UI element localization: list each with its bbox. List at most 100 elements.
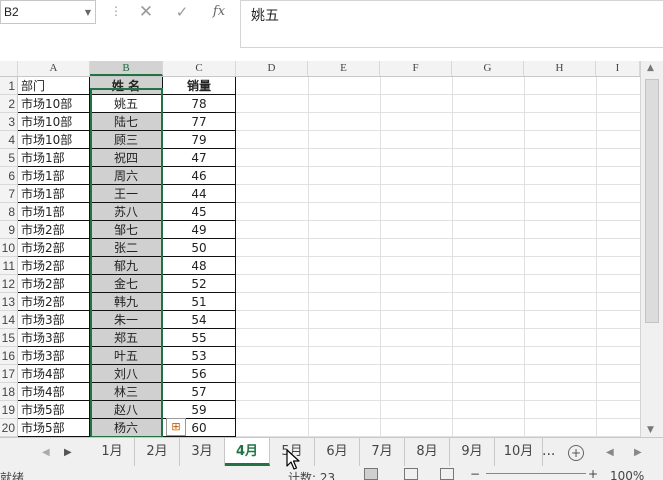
row-header[interactable]: 14: [0, 311, 18, 329]
dept-cell[interactable]: 市场10部: [18, 131, 90, 149]
row-header[interactable]: 19: [0, 401, 18, 419]
dept-cell[interactable]: 市场2部: [18, 239, 90, 257]
name-cell[interactable]: 林三: [90, 383, 163, 401]
scroll-up-icon[interactable]: ▲: [647, 63, 654, 73]
column-header-g[interactable]: G: [452, 61, 524, 76]
sheet-tab[interactable]: 7月: [360, 438, 405, 466]
dept-cell[interactable]: 市场10部: [18, 95, 90, 113]
sheet-tab[interactable]: 1月: [90, 438, 135, 466]
name-box[interactable]: B2 ▼: [0, 0, 96, 24]
name-cell[interactable]: 祝四: [90, 149, 163, 167]
name-cell[interactable]: 苏八: [90, 203, 163, 221]
dept-cell[interactable]: 市场3部: [18, 311, 90, 329]
column-header-h[interactable]: H: [524, 61, 596, 76]
sheet-tab[interactable]: 6月: [315, 438, 360, 466]
row-header[interactable]: 15: [0, 329, 18, 347]
row-header[interactable]: 17: [0, 365, 18, 383]
dept-cell[interactable]: 市场2部: [18, 293, 90, 311]
row-header[interactable]: 4: [0, 131, 18, 149]
dept-cell[interactable]: 市场5部: [18, 419, 90, 437]
name-cell[interactable]: 郑五: [90, 329, 163, 347]
sheet-tab[interactable]: 3月: [180, 438, 225, 466]
row-header[interactable]: 3: [0, 113, 18, 131]
sales-cell[interactable]: 48: [163, 257, 236, 275]
row-header[interactable]: 12: [0, 275, 18, 293]
table-header-cell[interactable]: 部门: [18, 77, 90, 95]
column-header-b[interactable]: B: [90, 61, 163, 76]
name-cell[interactable]: 郁九: [90, 257, 163, 275]
name-cell[interactable]: 朱一: [90, 311, 163, 329]
sales-cell[interactable]: 57: [163, 383, 236, 401]
normal-view-icon[interactable]: [364, 468, 378, 480]
row-header[interactable]: 1: [0, 77, 18, 95]
dept-cell[interactable]: 市场3部: [18, 329, 90, 347]
hscroll-left-icon[interactable]: ◀: [606, 447, 614, 458]
add-sheet-icon[interactable]: +: [568, 445, 584, 461]
dept-cell[interactable]: 市场4部: [18, 383, 90, 401]
column-header-i[interactable]: I: [596, 61, 640, 76]
sales-cell[interactable]: 45: [163, 203, 236, 221]
dept-cell[interactable]: 市场1部: [18, 203, 90, 221]
name-cell[interactable]: 刘八: [90, 365, 163, 383]
column-header-f[interactable]: F: [380, 61, 452, 76]
sheet-tab[interactable]: 8月: [405, 438, 450, 466]
sheet-tab[interactable]: 2月: [135, 438, 180, 466]
column-header-a[interactable]: A: [18, 61, 90, 76]
tab-scroll-left-icon[interactable]: ◀: [42, 447, 50, 458]
chevron-down-icon[interactable]: ▼: [85, 8, 91, 17]
name-cell[interactable]: 叶五: [90, 347, 163, 365]
dept-cell[interactable]: 市场1部: [18, 167, 90, 185]
quick-analysis-icon[interactable]: ⊞: [166, 418, 186, 436]
more-tabs-indicator[interactable]: ...: [542, 438, 555, 466]
name-cell[interactable]: 王一: [90, 185, 163, 203]
row-header[interactable]: 18: [0, 383, 18, 401]
row-header[interactable]: 13: [0, 293, 18, 311]
scroll-down-icon[interactable]: ▼: [647, 425, 654, 435]
name-cell[interactable]: 周六: [90, 167, 163, 185]
dept-cell[interactable]: 市场2部: [18, 275, 90, 293]
cancel-button[interactable]: ✕: [136, 2, 156, 22]
row-header[interactable]: 10: [0, 239, 18, 257]
name-cell[interactable]: 赵八: [90, 401, 163, 419]
sales-cell[interactable]: 54: [163, 311, 236, 329]
sales-cell[interactable]: 44: [163, 185, 236, 203]
name-cell[interactable]: 邹七: [90, 221, 163, 239]
enter-button[interactable]: ✓: [172, 2, 192, 22]
name-cell[interactable]: 姚五: [90, 95, 163, 113]
name-cell[interactable]: 韩九: [90, 293, 163, 311]
row-header[interactable]: 11: [0, 257, 18, 275]
sales-cell[interactable]: 79: [163, 131, 236, 149]
worksheet-grid[interactable]: 部门姓 名销量 市场10部 姚五 78 市场10部 陆七 77 市场10部 顾三 79 市场1部 祝四…: [18, 77, 640, 437]
dept-cell[interactable]: 市场1部: [18, 149, 90, 167]
formula-input[interactable]: 姚五: [240, 0, 663, 48]
dept-cell[interactable]: 市场1部: [18, 185, 90, 203]
dept-cell[interactable]: 市场4部: [18, 365, 90, 383]
row-header[interactable]: 20: [0, 419, 18, 437]
dept-cell[interactable]: 市场2部: [18, 221, 90, 239]
tab-scroll-right-icon[interactable]: ▶: [64, 447, 72, 458]
sales-cell[interactable]: 52: [163, 275, 236, 293]
name-cell[interactable]: 杨六: [90, 419, 163, 437]
sales-cell[interactable]: 49: [163, 221, 236, 239]
name-cell[interactable]: 张二: [90, 239, 163, 257]
row-header[interactable]: 9: [0, 221, 18, 239]
row-header[interactable]: 5: [0, 149, 18, 167]
scrollbar-thumb[interactable]: [645, 79, 659, 323]
zoom-in-icon[interactable]: +: [588, 467, 598, 480]
name-cell[interactable]: 金七: [90, 275, 163, 293]
sales-cell[interactable]: 77: [163, 113, 236, 131]
sales-cell[interactable]: 78: [163, 95, 236, 113]
row-header[interactable]: 7: [0, 185, 18, 203]
table-header-cell[interactable]: 销量: [163, 77, 236, 95]
column-header-c[interactable]: C: [163, 61, 236, 76]
sales-cell[interactable]: 59: [163, 401, 236, 419]
insert-function-button[interactable]: fx: [208, 2, 230, 22]
name-cell[interactable]: 陆七: [90, 113, 163, 131]
column-header-d[interactable]: D: [236, 61, 308, 76]
row-header[interactable]: 2: [0, 95, 18, 113]
name-cell[interactable]: 顾三: [90, 131, 163, 149]
sales-cell[interactable]: 55: [163, 329, 236, 347]
column-header-e[interactable]: E: [308, 61, 380, 76]
sheet-tab[interactable]: 9月: [450, 438, 495, 466]
row-header[interactable]: 6: [0, 167, 18, 185]
